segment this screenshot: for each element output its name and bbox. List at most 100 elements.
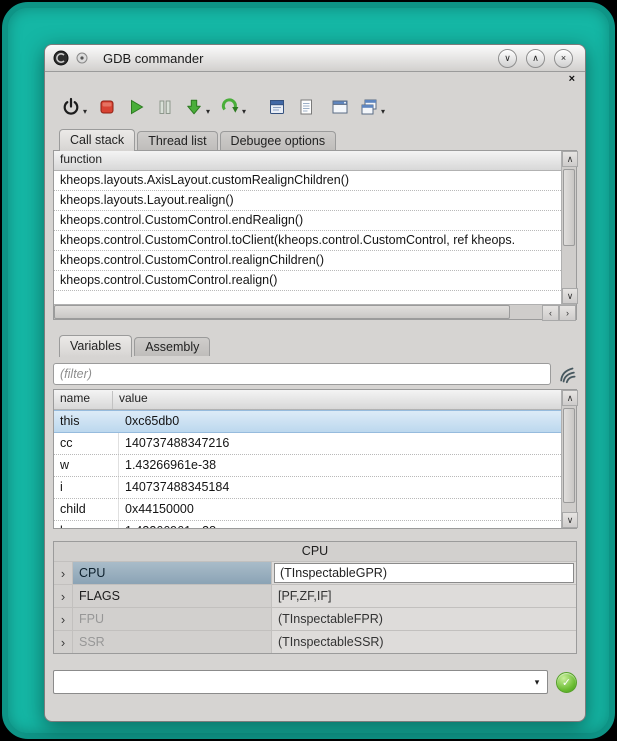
- close-button[interactable]: ×: [554, 49, 573, 68]
- scrollbar-track[interactable]: [562, 406, 576, 512]
- tab-assembly[interactable]: Assembly: [134, 337, 210, 356]
- gdb-command-input[interactable]: [54, 673, 527, 691]
- variable-name: cc: [54, 433, 119, 454]
- debug-toolbar: ▾ ▾ ▾: [45, 88, 585, 126]
- cpu-row-name[interactable]: FLAGS: [73, 585, 272, 607]
- call-stack-column-header: function: [54, 151, 561, 171]
- continue-button[interactable]: [218, 95, 242, 119]
- variables-table: name value this 0xc65db0 cc 140737488347…: [54, 390, 561, 528]
- app-icon[interactable]: [53, 50, 69, 66]
- callstack-vertical-scrollbar[interactable]: ∧ ∨: [561, 151, 576, 304]
- window-menu-icon[interactable]: [76, 52, 88, 64]
- variables-vertical-scrollbar[interactable]: ∧ ∨: [561, 390, 576, 528]
- callstack-row[interactable]: kheops.layouts.Layout.realign(): [54, 191, 561, 211]
- callstack-row[interactable]: kheops.control.CustomControl.realignChil…: [54, 251, 561, 271]
- power-options-caret[interactable]: ▾: [83, 107, 87, 116]
- variables-row[interactable]: b 1.43266961e-38: [54, 521, 561, 528]
- callstack-row[interactable]: kheops.control.CustomControl.endRealign(…: [54, 211, 561, 231]
- cpu-row-value: [PF,ZF,IF]: [272, 585, 576, 607]
- call-stack-table: function kheops.layouts.AxisLayout.custo…: [54, 151, 561, 304]
- pause-button[interactable]: [153, 95, 177, 119]
- gdb-console-button[interactable]: [265, 95, 289, 119]
- variable-value: 140737488345184: [119, 477, 561, 498]
- expander-icon[interactable]: ›: [54, 608, 73, 630]
- variables-row[interactable]: child 0x44150000: [54, 499, 561, 521]
- variable-value: 0x44150000: [119, 499, 561, 520]
- variables-header: name value: [54, 390, 561, 410]
- gdb-commander-window: GDB commander ∨ ∧ × × ▾: [44, 44, 586, 722]
- variable-value: 1.43266961e-38: [119, 521, 561, 528]
- stop-button[interactable]: [95, 95, 119, 119]
- gdb-command-combobox[interactable]: ▾: [53, 670, 548, 694]
- callstack-row[interactable]: kheops.layouts.AxisLayout.customRealignC…: [54, 171, 561, 191]
- cpu-row-name-selected[interactable]: CPU: [73, 562, 272, 584]
- value-column-header: value: [113, 391, 148, 409]
- table-empty-area: [54, 291, 561, 304]
- cpu-row[interactable]: › CPU (TInspectableGPR): [54, 561, 576, 584]
- dock-close-icon[interactable]: ×: [569, 73, 575, 85]
- scrollbar-track[interactable]: [562, 167, 576, 288]
- desktop-background: GDB commander ∨ ∧ × × ▾: [2, 2, 615, 739]
- variable-value: 0xc65db0: [119, 411, 561, 432]
- window-controls: ∨ ∧ ×: [498, 49, 573, 68]
- combobox-dropdown-icon[interactable]: ▾: [527, 671, 547, 693]
- scroll-down-icon[interactable]: ∨: [562, 512, 578, 528]
- step-options-caret[interactable]: ▾: [206, 107, 210, 116]
- callstack-row[interactable]: kheops.control.CustomControl.toClient(kh…: [54, 231, 561, 251]
- scroll-left-icon[interactable]: ‹: [542, 305, 559, 321]
- variable-name: this: [54, 411, 119, 432]
- windows-menu-button[interactable]: [357, 95, 381, 119]
- tab-debugee-options[interactable]: Debugee options: [220, 131, 337, 150]
- cpu-row-name-disabled[interactable]: FPU: [73, 608, 272, 630]
- scrollbar-thumb[interactable]: [563, 408, 575, 503]
- cpu-value-field[interactable]: (TInspectableGPR): [274, 563, 574, 583]
- continue-options-caret[interactable]: ▾: [242, 107, 246, 116]
- scroll-down-icon[interactable]: ∨: [562, 288, 578, 304]
- maximize-button[interactable]: ∧: [526, 49, 545, 68]
- variables-row[interactable]: w 1.43266961e-38: [54, 455, 561, 477]
- call-stack-panel: function kheops.layouts.AxisLayout.custo…: [53, 150, 577, 320]
- cpu-panel-title: CPU: [54, 542, 576, 561]
- windows-menu-caret[interactable]: ▾: [381, 107, 385, 116]
- variable-value: 1.43266961e-38: [119, 455, 561, 476]
- output-log-button[interactable]: [294, 95, 318, 119]
- tab-variables[interactable]: Variables: [59, 335, 132, 357]
- variables-row[interactable]: cc 140737488347216: [54, 433, 561, 455]
- variable-name: b: [54, 521, 119, 528]
- cpu-row[interactable]: › SSR (TInspectableSSR): [54, 630, 576, 653]
- step-button[interactable]: [182, 95, 206, 119]
- scrollbar-track[interactable]: [54, 305, 542, 319]
- run-button[interactable]: [124, 95, 148, 119]
- filter-input[interactable]: [53, 363, 551, 385]
- scrollbar-thumb[interactable]: [54, 305, 510, 319]
- scrollbar-thumb[interactable]: [563, 169, 575, 246]
- titlebar[interactable]: GDB commander ∨ ∧ ×: [45, 45, 585, 72]
- variable-name: child: [54, 499, 119, 520]
- filter-options-icon[interactable]: [557, 364, 577, 384]
- cpu-row[interactable]: › FLAGS [PF,ZF,IF]: [54, 584, 576, 607]
- minimize-button[interactable]: ∨: [498, 49, 517, 68]
- expander-icon[interactable]: ›: [54, 585, 73, 607]
- callstack-horizontal-scrollbar[interactable]: ‹ ›: [54, 304, 576, 319]
- middle-tabstrip: Variables Assembly: [45, 332, 585, 356]
- variables-panel: name value this 0xc65db0 cc 140737488347…: [53, 389, 577, 529]
- target-window-button[interactable]: [328, 95, 352, 119]
- command-row: ▾ ✓: [53, 670, 577, 694]
- expander-icon[interactable]: ›: [54, 562, 73, 584]
- scroll-up-icon[interactable]: ∧: [562, 390, 578, 406]
- variables-row-selected[interactable]: this 0xc65db0: [54, 410, 561, 433]
- scroll-right-icon[interactable]: ›: [559, 305, 576, 321]
- variable-name: w: [54, 455, 119, 476]
- cpu-row[interactable]: › FPU (TInspectableFPR): [54, 607, 576, 630]
- scroll-up-icon[interactable]: ∧: [562, 151, 578, 167]
- send-command-button[interactable]: ✓: [556, 672, 577, 693]
- variables-row[interactable]: i 140737488345184: [54, 477, 561, 499]
- tab-thread-list[interactable]: Thread list: [137, 131, 217, 150]
- tab-call-stack[interactable]: Call stack: [59, 129, 135, 151]
- callstack-row[interactable]: kheops.control.CustomControl.realign(): [54, 271, 561, 291]
- expander-icon[interactable]: ›: [54, 631, 73, 653]
- window-title: GDB commander: [103, 51, 203, 66]
- cpu-row-name-disabled[interactable]: SSR: [73, 631, 272, 653]
- power-button[interactable]: [59, 95, 83, 119]
- top-tabstrip: Call stack Thread list Debugee options: [45, 126, 585, 150]
